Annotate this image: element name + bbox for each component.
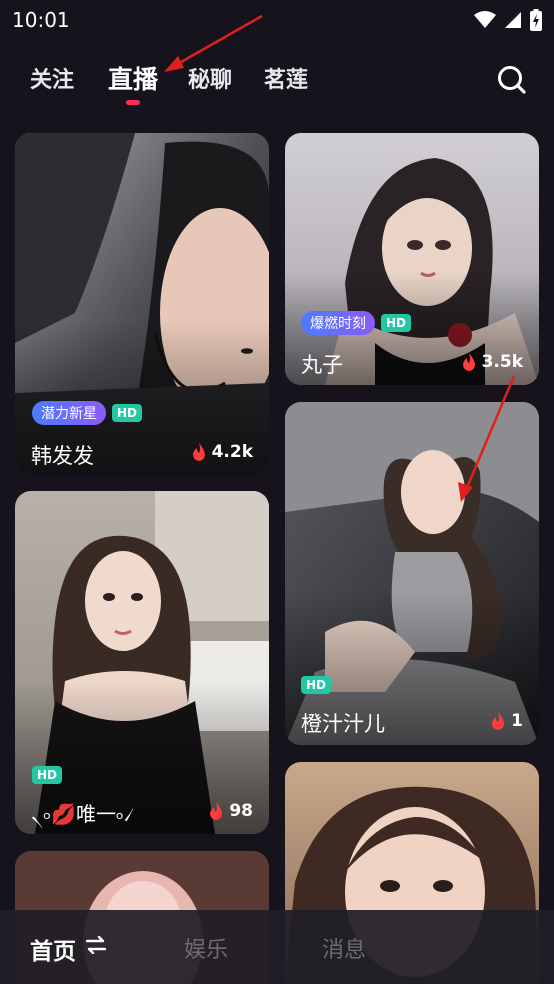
top-tab-bar: 关注 直播 秘聊 茗莲 [0,52,554,108]
heat-value: 1 [511,711,523,731]
bottom-nav: 首页 娱乐 消息 [0,910,554,984]
status-bar: 10:01 [0,0,554,40]
search-icon[interactable] [496,64,528,96]
heat-value: 4.2k [211,442,253,462]
streamer-name: 橙汁汁儿 [301,712,385,736]
card-badges: HD [32,766,63,784]
streamer-name: 韩发发 [31,444,94,468]
hd-badge: HD [32,766,63,784]
nav-entertainment[interactable]: 娱乐 [184,932,228,964]
hd-badge: HD [381,314,412,332]
wifi-icon [474,11,496,28]
card-badges: HD [301,676,332,694]
streamer-name: 丸子 [301,353,343,377]
hd-badge: HD [112,404,143,422]
active-tab-indicator [126,100,140,105]
tab-follow[interactable]: 关注 [30,62,74,94]
live-card[interactable]: 潜力新星 HD 韩发发 4.2k [15,133,269,474]
heat-count: 98 [209,801,253,821]
live-card[interactable]: HD ৲৹💋唯一৹৴ 98 [15,491,269,834]
live-card[interactable]: 爆燃时刻 HD 丸子 3.5k [285,133,539,385]
card-badges: 潜力新星 HD [32,401,143,425]
flame-icon [492,712,505,730]
tab-minglian[interactable]: 茗莲 [264,62,308,94]
tag-badge: 爆燃时刻 [301,311,375,335]
heat-count: 4.2k [192,442,253,462]
flame-icon [462,353,475,371]
nav-messages[interactable]: 消息 [322,932,366,964]
status-time: 10:01 [12,8,70,32]
flame-icon [192,443,205,461]
streamer-name: ৲৹💋唯一৹৴ [31,802,135,826]
heat-value: 98 [229,801,253,821]
heat-count: 3.5k [462,352,523,372]
nav-home[interactable]: 首页 [30,932,76,966]
battery-icon [530,9,542,31]
flame-icon [210,802,223,820]
annotation-arrow-icon [164,14,263,72]
heat-count: 1 [491,711,523,731]
status-icons [474,9,542,31]
card-badges: 爆燃时刻 HD [301,311,412,335]
annotation-arrow-icon [458,375,516,502]
switch-arrows-icon[interactable] [86,936,106,954]
heat-value: 3.5k [481,352,523,372]
tag-badge: 潜力新星 [32,401,106,425]
hd-badge: HD [301,676,332,694]
signal-icon [505,12,521,28]
